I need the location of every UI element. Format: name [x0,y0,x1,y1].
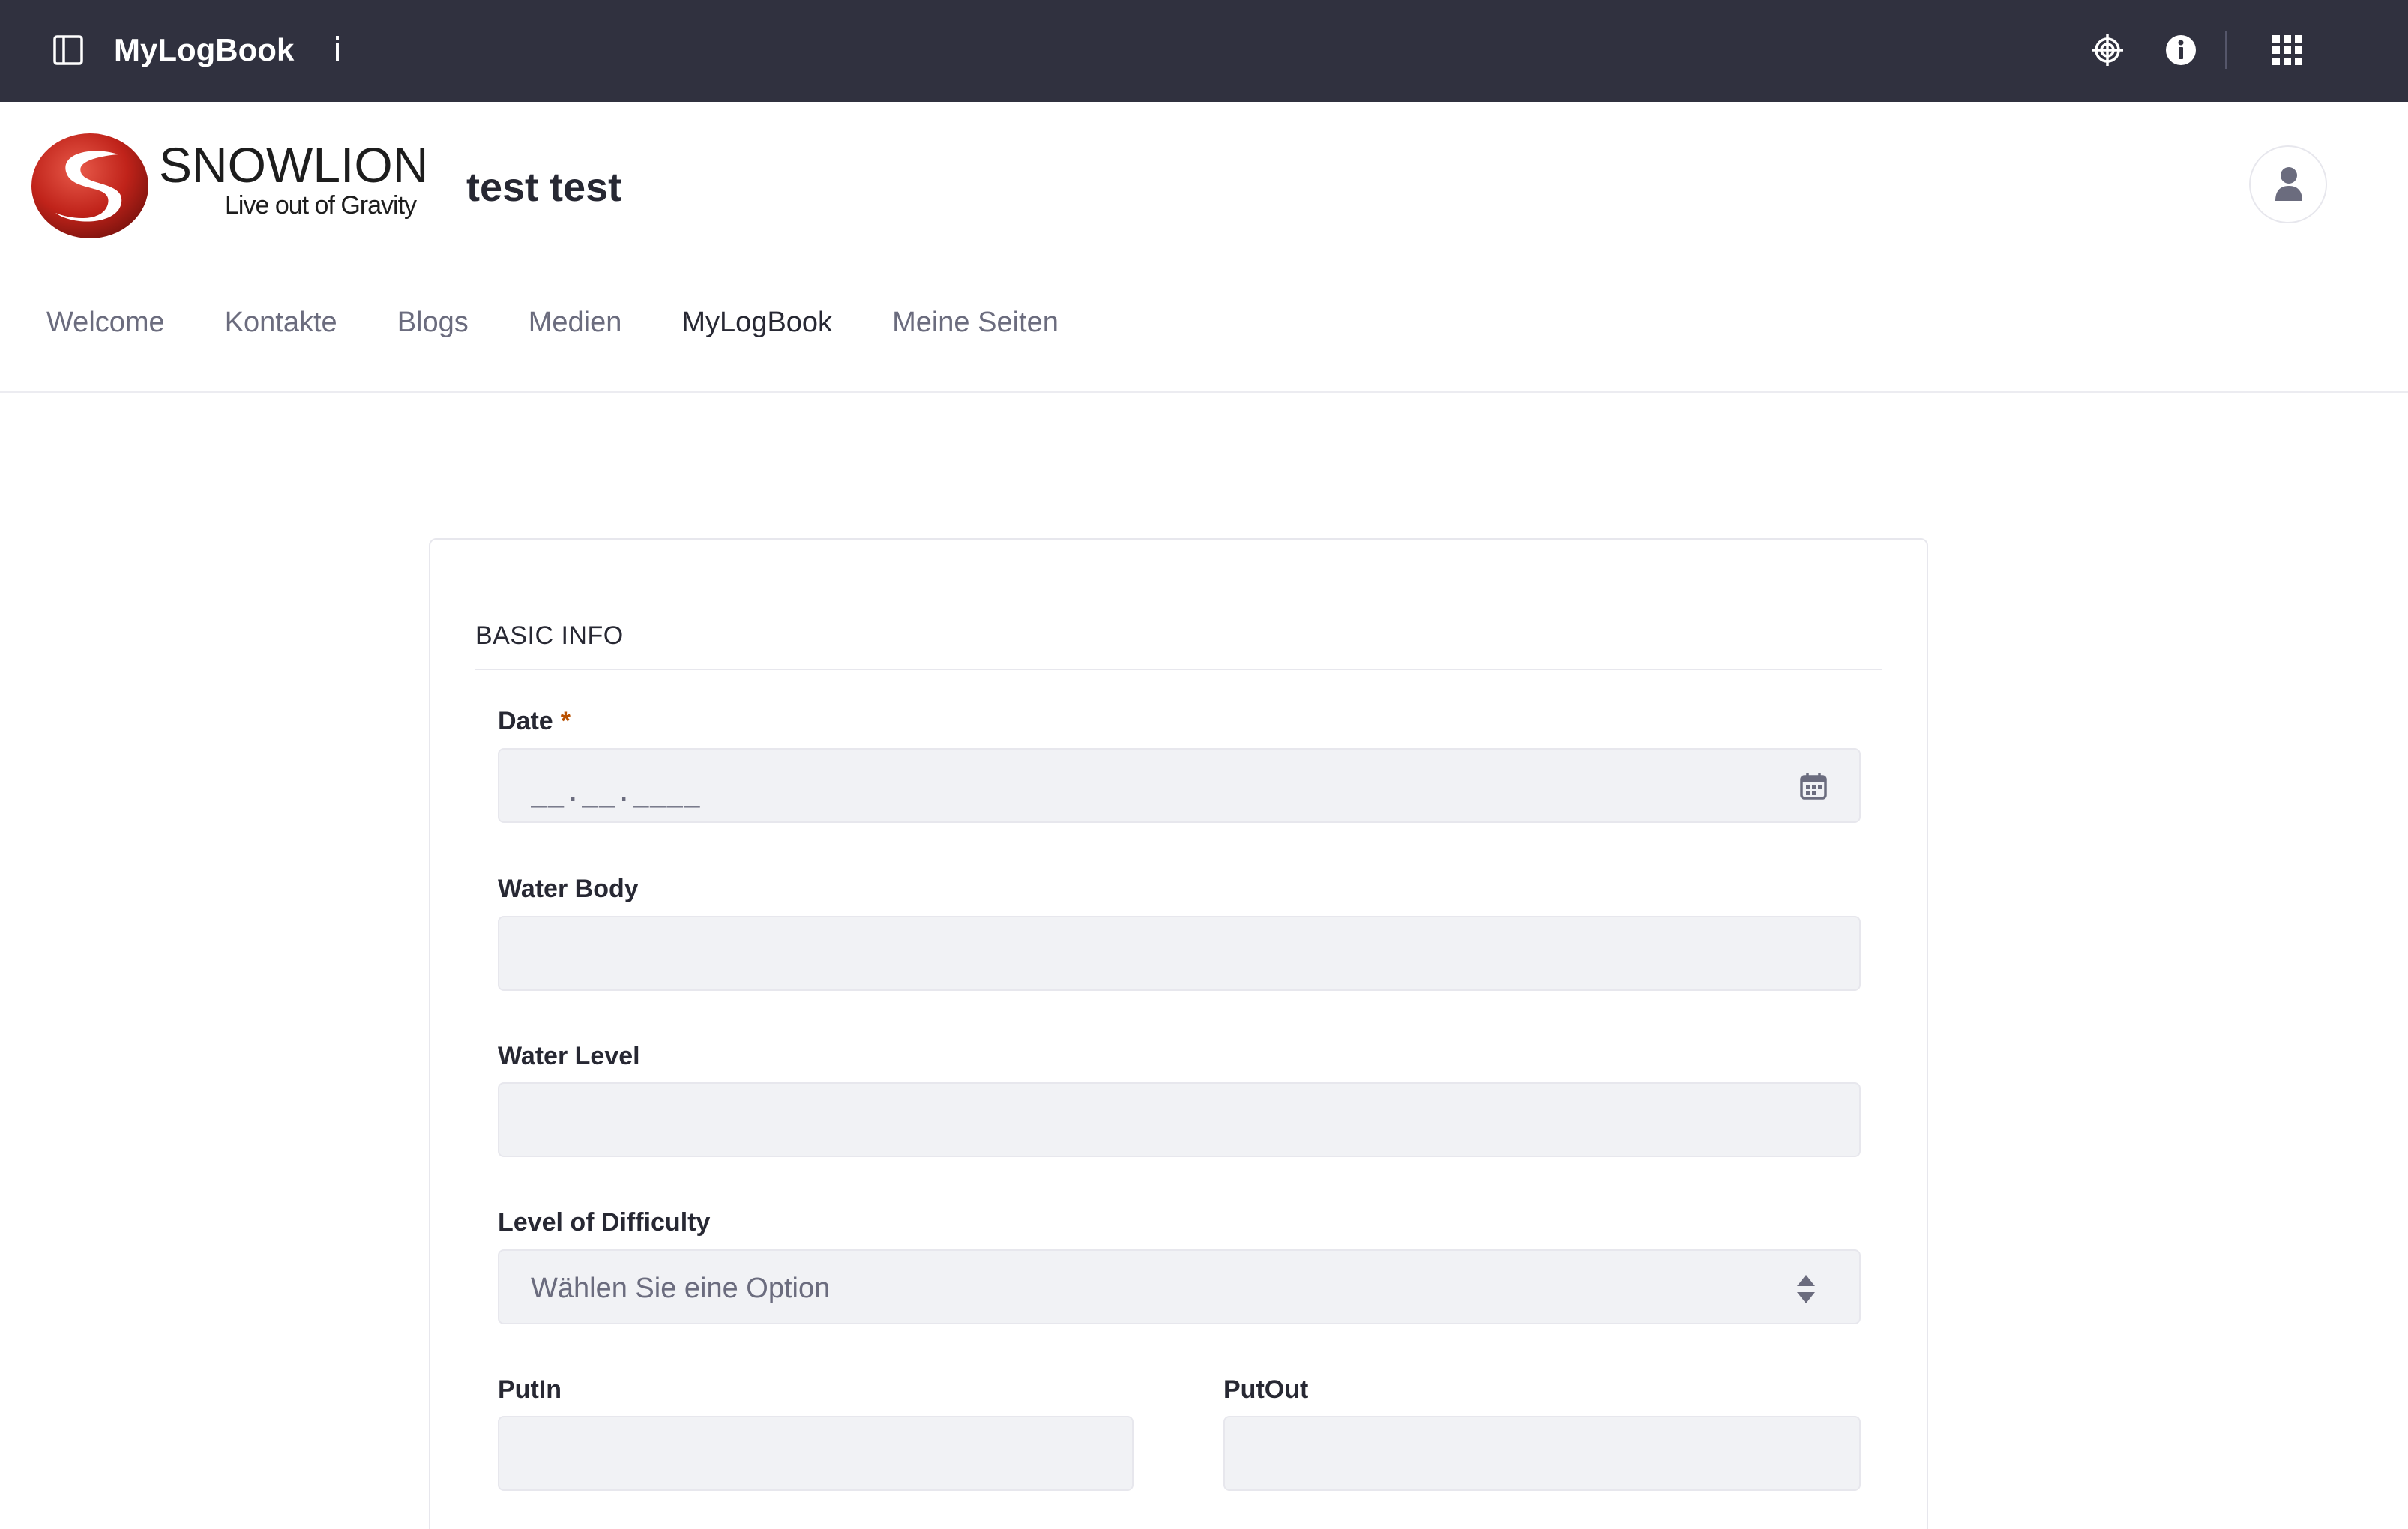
nav-item-blogs[interactable]: Blogs [397,298,469,346]
control-menu-title: MyLogBook [114,32,295,67]
logo-name: SNOWLION [159,137,429,193]
water-level-label: Water Level [498,1042,640,1070]
select-caret-icon [1797,1275,1815,1303]
info-circle-icon[interactable] [2164,33,2198,67]
nav-divider [0,391,2408,393]
user-icon [2275,167,2302,201]
water-body-input[interactable] [498,916,1861,991]
logo-tagline: Live out of Gravity [225,191,417,220]
title-info-icon[interactable]: i [322,28,352,72]
nav-item-medien[interactable]: Medien [529,298,622,346]
water-body-label: Water Body [498,875,639,903]
apps-grid-icon[interactable] [2270,33,2305,67]
control-menu-separator [2225,31,2227,69]
section-divider [475,669,1882,670]
difficulty-selected-value: Wählen Sie eine Option [531,1273,831,1304]
simulation-target-icon[interactable] [2090,33,2125,67]
calendar-icon[interactable] [1799,772,1828,800]
put-in-input[interactable] [498,1416,1134,1491]
site-navigation: Welcome Kontakte Blogs Medien MyLogBook … [46,298,1119,346]
site-logo[interactable]: SNOWLION Live out of Gravity [30,129,435,241]
form-card [429,538,1928,1529]
user-avatar-button[interactable] [2249,145,2327,223]
put-out-label: PutOut [1223,1375,1309,1404]
date-label: Date * [498,707,571,735]
snowlion-logo-icon [31,133,148,238]
nav-item-kontakte[interactable]: Kontakte [225,298,337,346]
date-placeholder: __.__.____ [531,777,701,808]
nav-item-welcome[interactable]: Welcome [46,298,165,346]
put-in-label: PutIn [498,1375,562,1404]
control-menu: MyLogBook i [0,0,2408,102]
put-out-input[interactable] [1223,1416,1861,1491]
difficulty-label: Level of Difficulty [498,1208,711,1237]
sidebar-toggle-icon[interactable] [52,34,84,66]
date-input[interactable]: __.__.____ [498,748,1861,823]
site-name[interactable]: test test [466,159,621,216]
required-mark: * [560,707,571,735]
nav-item-mylogbook[interactable]: MyLogBook [681,298,832,346]
section-title: BASIC INFO [475,621,624,650]
nav-item-meine-seiten[interactable]: Meine Seiten [892,298,1059,346]
water-level-input[interactable] [498,1082,1861,1157]
difficulty-select[interactable]: Wählen Sie eine Option [498,1249,1861,1324]
